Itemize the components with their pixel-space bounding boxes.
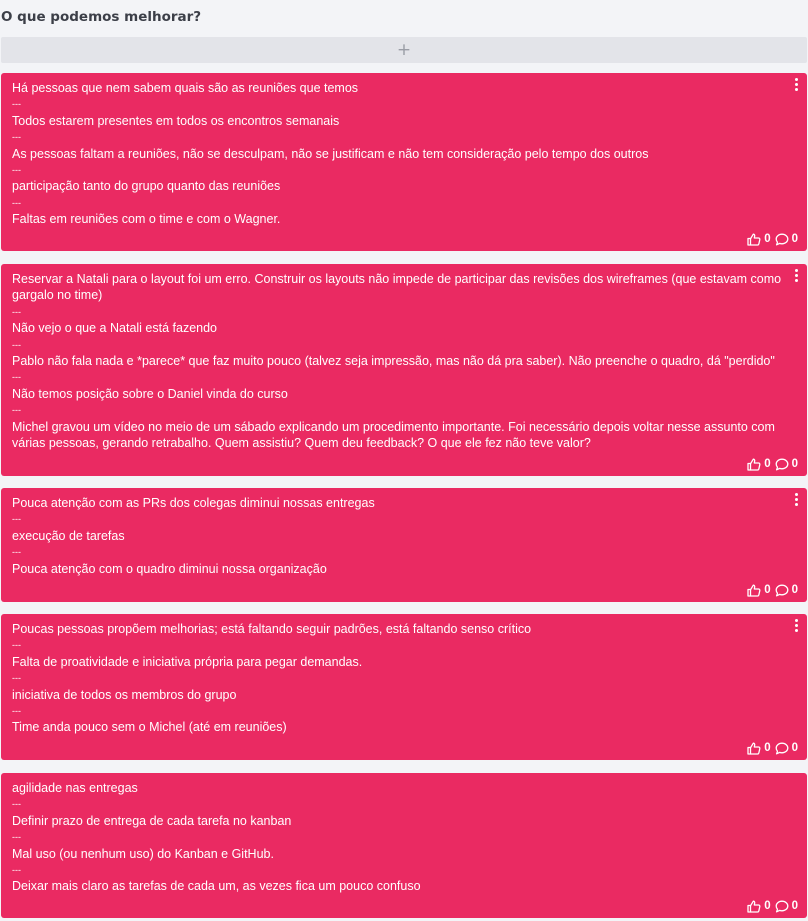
comment-bubble-icon	[775, 900, 789, 913]
card-separator: ---	[12, 132, 21, 143]
retro-card[interactable]: Pouca atenção com as PRs dos colegas dim…	[1, 488, 807, 602]
card-separator: ---	[12, 197, 21, 208]
like-count: 0	[764, 584, 771, 596]
card-separator: ---	[12, 339, 21, 350]
card-line: Pouca atenção com as PRs dos colegas dim…	[12, 496, 375, 510]
card-line: Time anda pouco sem o Michel (até em reu…	[12, 720, 287, 735]
card-line: Mal uso (ou nenhum uso) do Kanban e GitH…	[12, 846, 274, 861]
like-button[interactable]: 0	[747, 742, 771, 755]
card-separator: ---	[12, 514, 21, 525]
like-button[interactable]: 0	[747, 584, 771, 597]
card-separator: ---	[12, 547, 21, 558]
card-line: Pablo não fala nada e *parece* que faz m…	[12, 354, 775, 369]
card-actions: 00	[747, 231, 798, 247]
card-line: execução de tarefas	[12, 528, 125, 543]
comment-button[interactable]: 0	[775, 233, 798, 246]
card-text: Poucas pessoas propõem melhorias; está f…	[12, 621, 783, 736]
card-separator: ---	[12, 306, 21, 317]
card-line: As pessoas faltam a reuniões, não se des…	[12, 146, 649, 161]
column-title: O que podemos melhorar?	[1, 9, 202, 25]
card-text: Reservar a Natali para o layout foi um e…	[12, 271, 783, 451]
card-separator: ---	[12, 165, 21, 176]
card-line: iniciativa de todos os membros do grupo	[12, 687, 237, 702]
like-count: 0	[764, 900, 771, 912]
card-line: Há pessoas que nem sabem quais são as re…	[12, 81, 359, 95]
thumbs-up-icon	[747, 742, 761, 755]
comment-count: 0	[791, 458, 798, 470]
card-actions: 00	[747, 898, 798, 914]
retro-card[interactable]: Há pessoas que nem sabem quais são as re…	[1, 73, 807, 251]
card-line: Definir prazo de entrega de cada tarefa …	[12, 813, 292, 828]
card-separator: ---	[12, 706, 21, 717]
comment-button[interactable]: 0	[775, 584, 798, 597]
comment-button[interactable]: 0	[775, 742, 798, 755]
comment-bubble-icon	[775, 458, 789, 471]
like-button[interactable]: 0	[747, 458, 771, 471]
card-text: Há pessoas que nem sabem quais são as re…	[12, 80, 783, 228]
card-actions: 00	[747, 582, 798, 598]
comment-bubble-icon	[775, 742, 789, 755]
card-line: Falta de proatividade e iniciativa própr…	[12, 654, 363, 669]
card-text: Pouca atenção com as PRs dos colegas dim…	[12, 495, 783, 577]
comment-count: 0	[791, 233, 798, 245]
comment-count: 0	[791, 584, 798, 596]
kebab-menu-icon[interactable]	[791, 618, 801, 632]
card-line: Reservar a Natali para o layout foi um e…	[12, 272, 782, 303]
card-line: Não temos posição sobre o Daniel vinda d…	[12, 386, 288, 401]
card-separator: ---	[12, 673, 21, 684]
kebab-menu-icon[interactable]	[791, 268, 801, 282]
card-separator: ---	[12, 799, 21, 810]
comment-count: 0	[791, 742, 798, 754]
plus-icon: +	[396, 39, 412, 60]
like-button[interactable]: 0	[747, 233, 771, 246]
retro-card[interactable]: agilidade nas entregas --- Definir prazo d…	[1, 773, 807, 918]
card-separator: ---	[12, 405, 21, 416]
retro-card[interactable]: Reservar a Natali para o layout foi um e…	[1, 264, 807, 476]
card-line: Não vejo o que a Natali está fazendo	[12, 321, 217, 336]
like-button[interactable]: 0	[747, 900, 771, 913]
card-separator: ---	[12, 640, 21, 651]
like-count: 0	[764, 233, 771, 245]
thumbs-up-icon	[747, 900, 761, 913]
thumbs-up-icon	[747, 458, 761, 471]
card-separator: ---	[12, 832, 21, 843]
card-text: agilidade nas entregas --- Definir prazo d…	[12, 780, 783, 895]
add-card-button[interactable]: +	[1, 37, 807, 63]
card-line: Pouca atenção com o quadro diminui nossa…	[12, 561, 327, 576]
comment-count: 0	[791, 900, 798, 912]
card-line: Todos estarem presentes em todos os enco…	[12, 113, 340, 128]
like-count: 0	[764, 742, 771, 754]
card-line: Faltas em reuniões com o time e com o Wa…	[12, 212, 281, 227]
card-line: Deixar mais claro as tarefas de cada um,…	[12, 879, 421, 894]
card-actions: 00	[747, 740, 798, 756]
comment-button[interactable]: 0	[775, 900, 798, 913]
card-line: participação tanto do grupo quanto das r…	[12, 179, 281, 194]
card-separator: ---	[12, 372, 21, 383]
card-separator: ---	[12, 99, 21, 110]
card-actions: 00	[747, 456, 798, 472]
like-count: 0	[764, 458, 771, 470]
thumbs-up-icon	[747, 584, 761, 597]
comment-bubble-icon	[775, 584, 789, 597]
card-separator: ---	[12, 865, 21, 876]
thumbs-up-icon	[747, 233, 761, 246]
retro-card[interactable]: Poucas pessoas propõem melhorias; está f…	[1, 614, 807, 760]
card-line: Poucas pessoas propõem melhorias; está f…	[12, 622, 532, 636]
kebab-menu-icon[interactable]	[791, 77, 801, 91]
comment-button[interactable]: 0	[775, 458, 798, 471]
card-line: agilidade nas entregas	[12, 781, 138, 795]
comment-bubble-icon	[775, 233, 789, 246]
kebab-menu-icon[interactable]	[791, 492, 801, 506]
card-line: Michel gravou um vídeo no meio de um sáb…	[12, 419, 775, 451]
